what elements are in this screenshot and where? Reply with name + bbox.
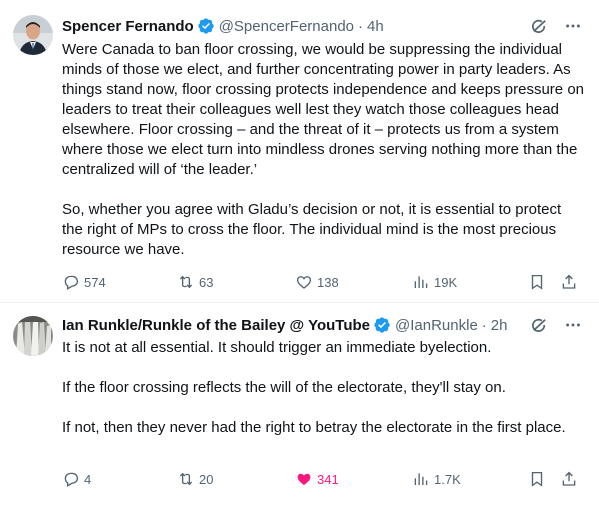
heart-icon	[297, 473, 311, 485]
bookmark-button[interactable]	[528, 470, 546, 488]
tweet-text: Were Canada to ban floor crossing, we wo…	[62, 40, 585, 260]
tweet-paragraph: It is not at all essential. It should tr…	[62, 339, 492, 356]
avatar[interactable]	[13, 15, 53, 55]
views-icon	[414, 276, 428, 288]
views-icon	[414, 473, 428, 485]
views-button[interactable]: 19K	[412, 273, 457, 291]
tweet-text: It is not at all essential. It should tr…	[62, 338, 585, 438]
tweet-paragraph: If not, then they never had the right to…	[62, 419, 566, 436]
retweet-count: 63	[199, 274, 214, 290]
share-icon	[562, 471, 576, 486]
tweet-header: Ian Runkle/Runkle of the Bailey @ YouTub…	[62, 315, 583, 335]
separator-dot: ·	[481, 316, 487, 334]
action-bar: 4 20 341 1.7K	[62, 469, 581, 489]
reply-count: 4	[84, 471, 92, 487]
verified-badge-icon	[197, 17, 215, 35]
view-count: 1.7K	[434, 471, 461, 487]
reply-button[interactable]: 574	[62, 273, 106, 291]
more-icon[interactable]	[563, 315, 583, 335]
grok-icon[interactable]	[529, 16, 549, 36]
separator-dot: ·	[358, 17, 364, 35]
more-icon[interactable]	[563, 16, 583, 36]
retweet-button[interactable]: 63	[177, 273, 213, 291]
avatar[interactable]	[13, 316, 53, 356]
reply-icon	[64, 472, 79, 487]
reply-count: 574	[84, 274, 106, 290]
grok-icon[interactable]	[529, 315, 549, 335]
view-count: 19K	[434, 274, 458, 290]
tweet-paragraph: Were Canada to ban floor crossing, we wo…	[62, 41, 584, 178]
reply-icon	[64, 275, 79, 290]
tweet[interactable]: Spencer Fernando @SpencerFernando · 4h W…	[0, 0, 599, 303]
share-button[interactable]	[560, 273, 578, 291]
reply-button[interactable]: 4	[62, 470, 91, 488]
tweet[interactable]: Ian Runkle/Runkle of the Bailey @ YouTub…	[0, 303, 599, 509]
action-bar: 574 63 138 19K	[62, 272, 581, 292]
like-count: 341	[317, 471, 339, 487]
retweet-icon	[179, 472, 193, 486]
share-icon	[562, 274, 576, 289]
tweet-paragraph: If the floor crossing reflects the will …	[62, 379, 506, 396]
like-count: 138	[317, 274, 339, 290]
retweet-icon	[179, 275, 193, 289]
retweet-count: 20	[199, 471, 214, 487]
author-name[interactable]: Spencer Fernando	[62, 18, 194, 35]
tweet-header: Spencer Fernando @SpencerFernando · 4h	[62, 16, 583, 36]
author-handle[interactable]: @IanRunkle	[395, 317, 478, 334]
timestamp[interactable]: 2h	[491, 317, 508, 334]
author-name[interactable]: Ian Runkle/Runkle of the Bailey @ YouTub…	[62, 317, 370, 334]
like-button[interactable]: 138	[295, 273, 339, 291]
timestamp[interactable]: 4h	[367, 18, 384, 35]
verified-badge-icon	[373, 316, 391, 334]
author-handle[interactable]: @SpencerFernando	[219, 18, 354, 35]
share-button[interactable]	[560, 470, 578, 488]
views-button[interactable]: 1.7K	[412, 470, 461, 488]
retweet-button[interactable]: 20	[177, 470, 213, 488]
bookmark-button[interactable]	[528, 273, 546, 291]
tweet-paragraph: So, whether you agree with Gladu’s decis…	[62, 201, 562, 258]
heart-icon	[296, 276, 312, 289]
like-button[interactable]: 341	[295, 470, 339, 488]
bookmark-icon	[531, 274, 543, 290]
bookmark-icon	[531, 471, 543, 487]
